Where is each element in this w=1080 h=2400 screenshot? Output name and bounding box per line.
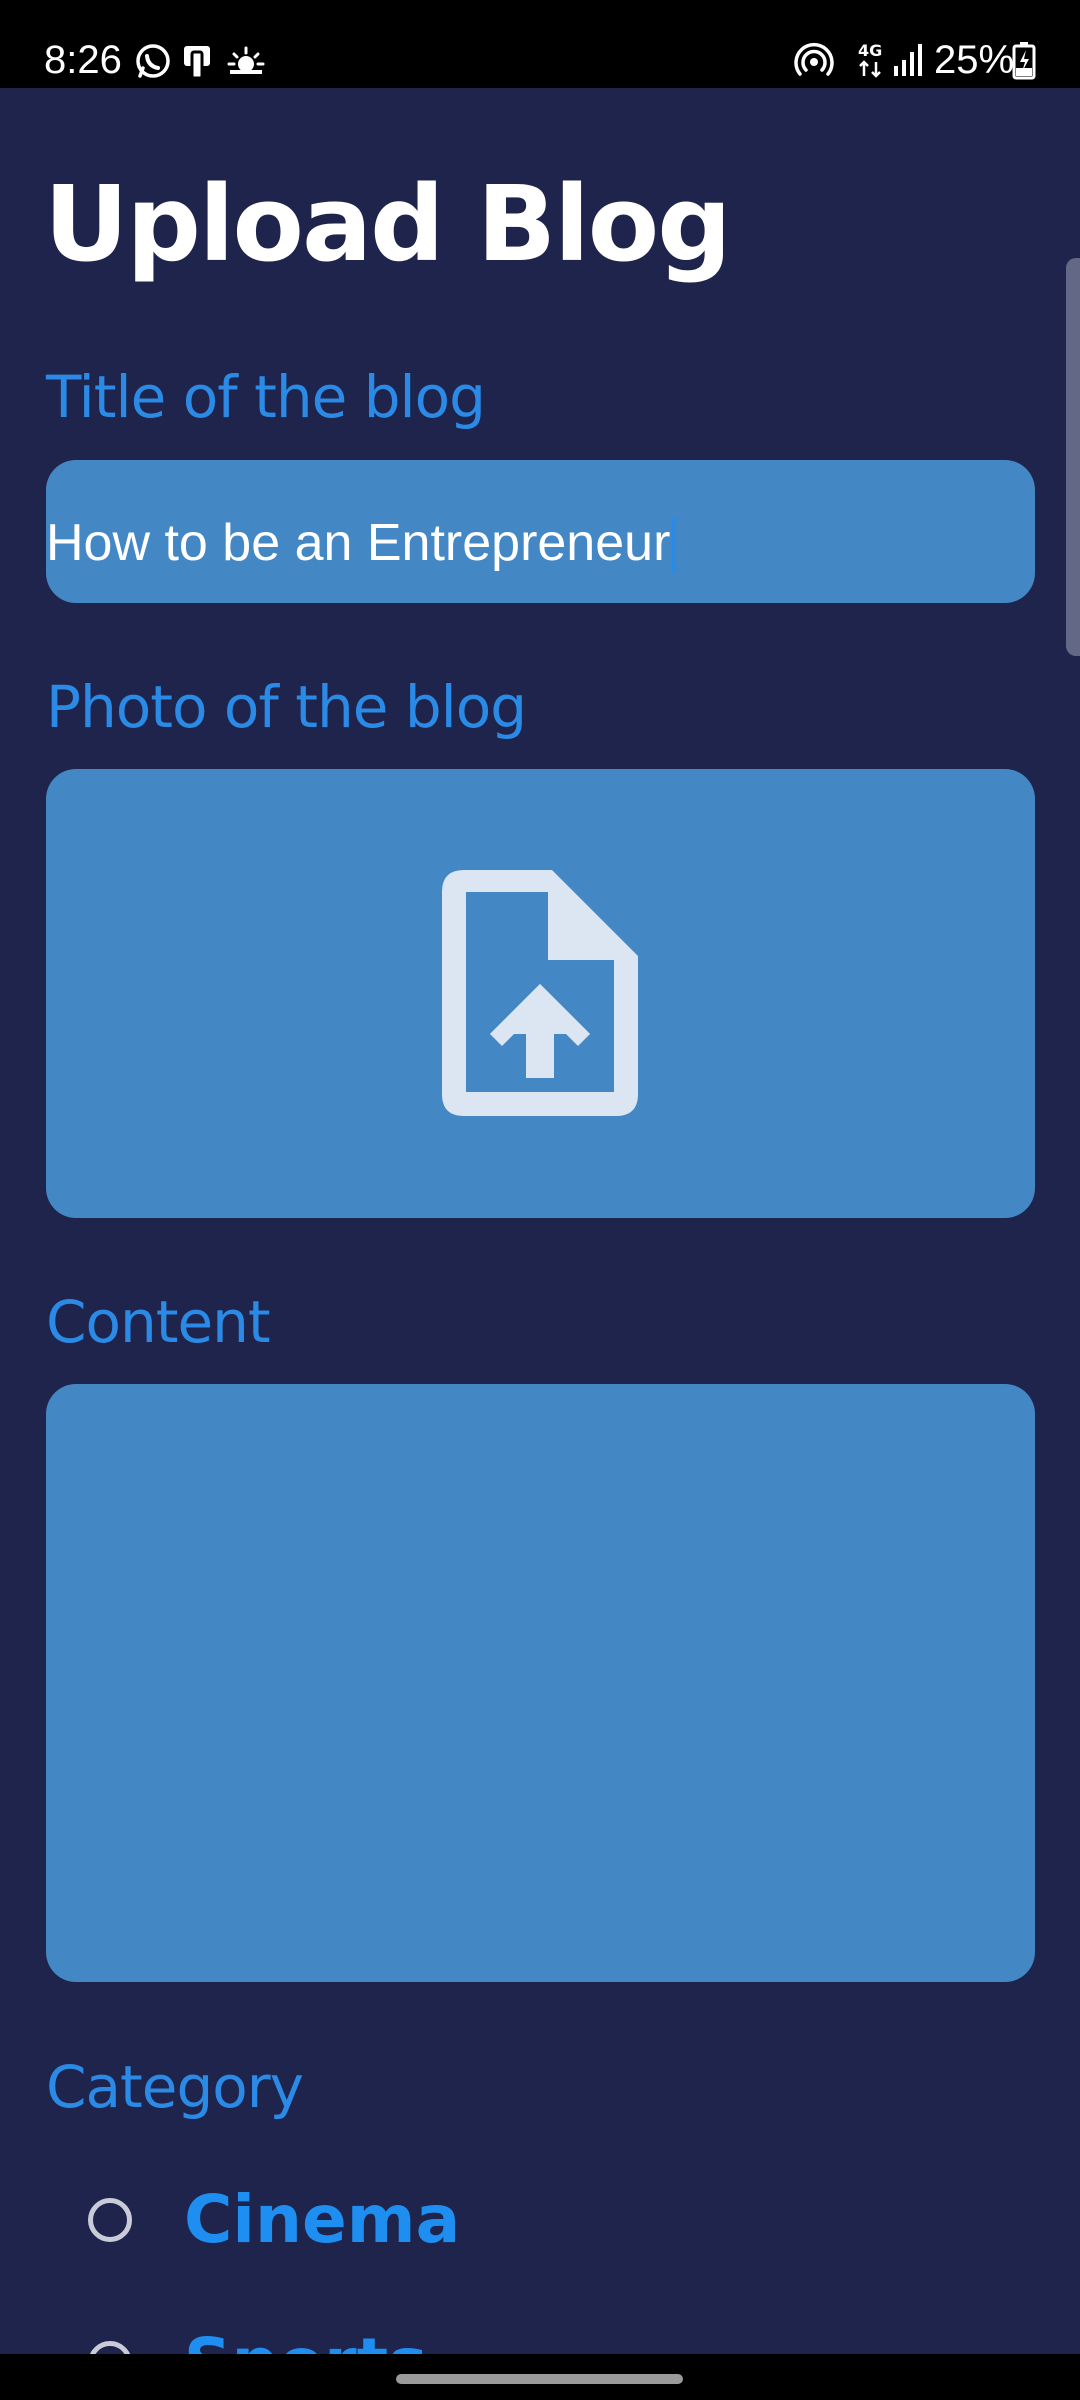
content-label: Content <box>46 1288 271 1356</box>
weather-icon <box>226 42 266 85</box>
content-textarea[interactable] <box>46 1384 1035 1982</box>
status-time: 8:26 <box>44 38 122 82</box>
radio-button[interactable] <box>88 2198 132 2242</box>
battery-percentage: 25% <box>934 38 1015 82</box>
title-input-value[interactable]: How to be an Entrepreneur <box>46 512 677 575</box>
status-bar: 8:26 4G 25% <box>0 0 1080 88</box>
scrollbar-thumb[interactable] <box>1066 258 1080 656</box>
category-label: Category <box>46 2053 304 2121</box>
file-upload-icon[interactable] <box>438 866 642 1120</box>
network-4g-icon: 4G <box>856 40 886 85</box>
text-caret <box>672 518 677 575</box>
signal-icon <box>892 42 924 83</box>
title-label: Title of the blog <box>46 363 486 431</box>
hotspot-icon <box>794 40 834 85</box>
battery-charging-icon <box>1012 42 1036 85</box>
svg-text:4G: 4G <box>858 41 882 60</box>
page-title: Upload Blog <box>44 163 732 285</box>
sim-card-icon <box>180 42 218 85</box>
photo-label: Photo of the blog <box>46 673 527 741</box>
title-input-text: How to be an Entrepreneur <box>46 514 671 572</box>
whatsapp-icon <box>134 42 172 85</box>
home-gesture-handle[interactable] <box>396 2374 683 2384</box>
category-option-cinema[interactable]: Cinema <box>88 2175 460 2265</box>
category-option-label: Cinema <box>184 2181 461 2258</box>
